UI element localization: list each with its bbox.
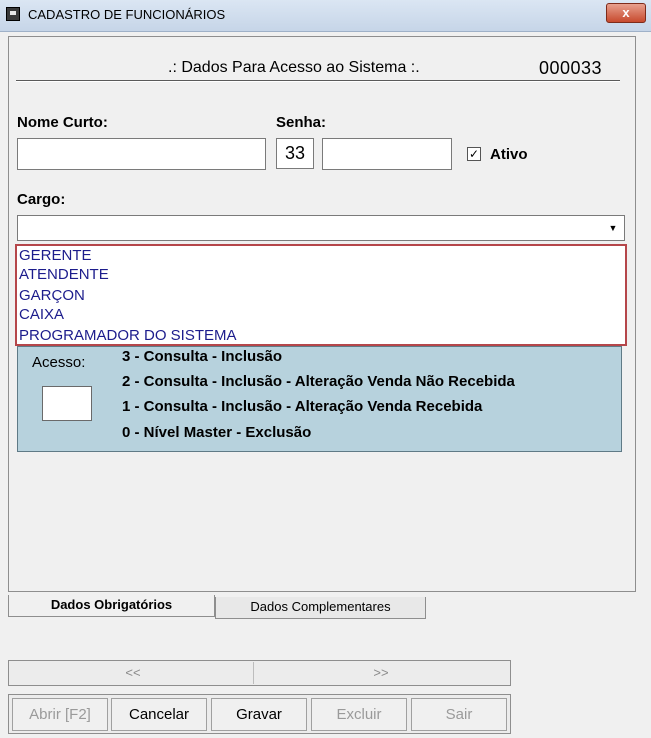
ativo-label: Ativo [490, 146, 528, 163]
nome-curto-label: Nome Curto: [17, 114, 108, 131]
window-title: CADASTRO DE FUNCIONÁRIOS [28, 7, 226, 22]
tab-dados-obrigatorios[interactable]: Dados Obrigatórios [8, 595, 215, 617]
cargo-label: Cargo: [17, 191, 66, 208]
gravar-button[interactable]: Gravar [211, 698, 307, 731]
access-level-description: 2 - Consulta - Inclusão - Alteração Vend… [122, 373, 515, 390]
cargo-option[interactable]: CAIXA [19, 305, 64, 325]
excluir-button[interactable]: Excluir [311, 698, 407, 731]
cargo-select[interactable] [17, 215, 625, 241]
cargo-option[interactable]: PROGRAMADOR DO SISTEMA [19, 326, 237, 346]
access-level-description: 3 - Consulta - Inclusão [122, 348, 283, 365]
cargo-option[interactable]: GERENTE [19, 246, 92, 266]
abrir-button[interactable]: Abrir [F2] [12, 698, 108, 731]
acesso-label: Acesso: [32, 354, 86, 371]
cargo-option[interactable]: ATENDENTE [19, 265, 109, 285]
access-level-description: 0 - Nível Master - Exclusão [122, 424, 312, 441]
acesso-input[interactable] [42, 386, 92, 421]
ativo-checkbox[interactable]: ✓ [467, 147, 481, 161]
app-icon [6, 7, 20, 21]
senha-input[interactable] [322, 138, 452, 170]
access-level-description: 1 - Consulta - Inclusão - Alteração Vend… [122, 398, 483, 415]
nome-curto-input[interactable] [17, 138, 266, 170]
next-record-button[interactable]: >> [256, 661, 506, 685]
senha-label: Senha: [276, 114, 327, 131]
chevron-down-icon[interactable]: ▼ [605, 219, 621, 237]
tab-dados-complementares[interactable]: Dados Complementares [215, 597, 426, 619]
cargo-option[interactable]: GARÇON [19, 286, 85, 306]
sair-button[interactable]: Sair [411, 698, 507, 731]
cancelar-button[interactable]: Cancelar [111, 698, 207, 731]
header-divider [16, 80, 620, 82]
record-id: 000033 [539, 58, 603, 78]
senha-number-field: 33 [276, 138, 314, 169]
employee-registration-window: CADASTRO DE FUNCIONÁRIOS x .: Dados Para… [0, 0, 651, 738]
nav-divider [253, 662, 254, 684]
section-title: .: Dados Para Acesso ao Sistema :. [168, 59, 420, 76]
previous-record-button[interactable]: << [8, 661, 258, 685]
close-button[interactable]: x [606, 3, 646, 23]
title-bar[interactable]: CADASTRO DE FUNCIONÁRIOS x [0, 0, 651, 32]
